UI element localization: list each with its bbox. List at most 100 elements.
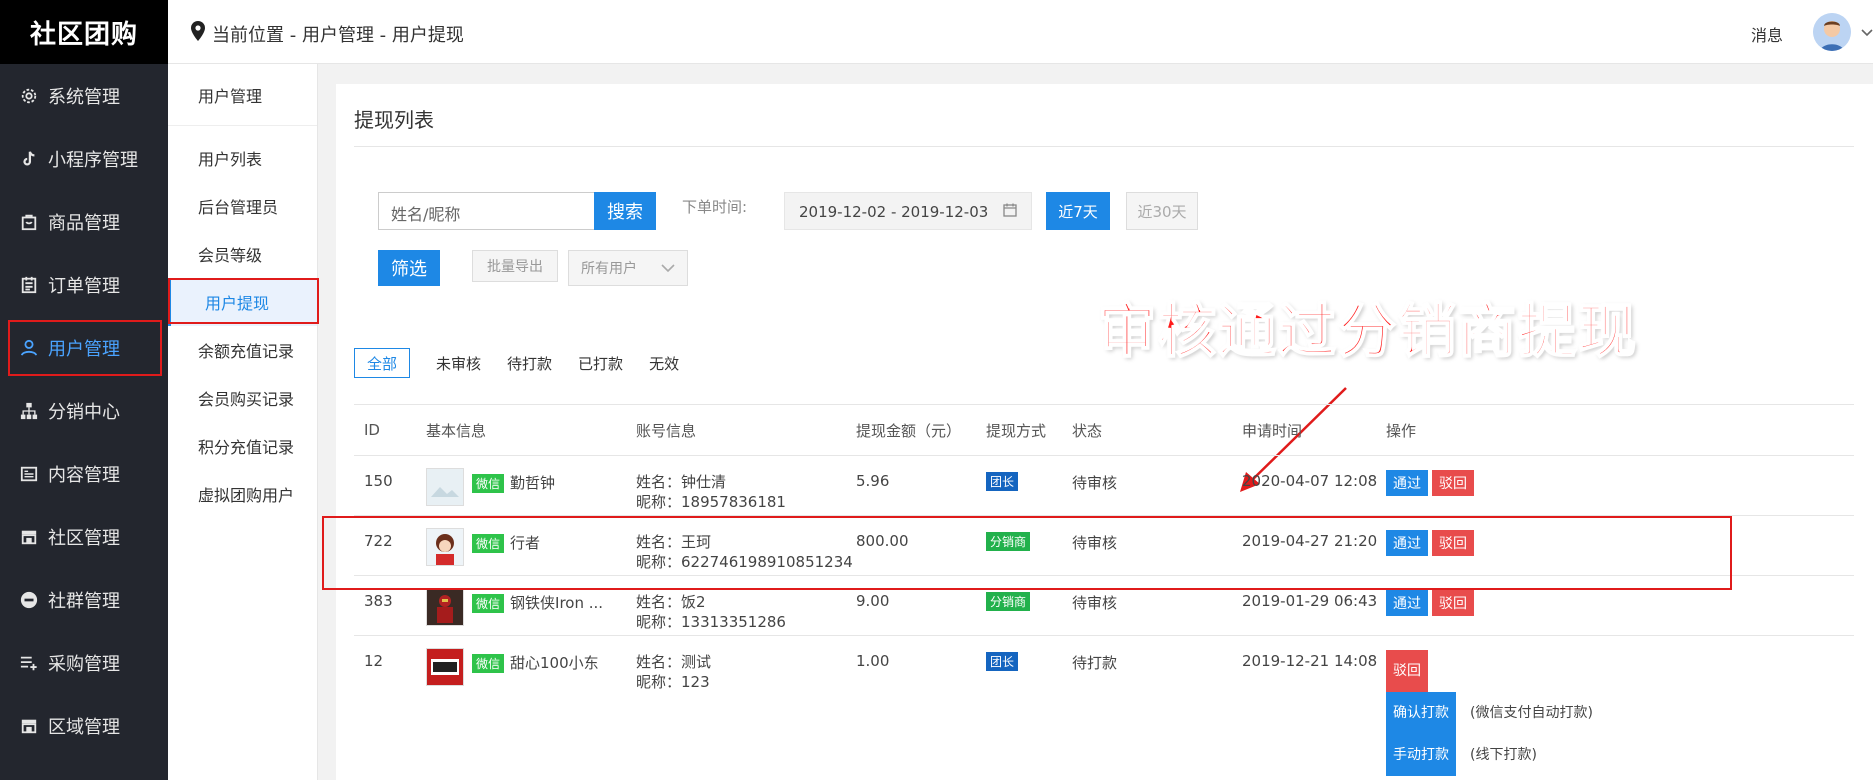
tab-paid[interactable]: 已打款 — [578, 348, 623, 378]
table-row: 150 微信 勤哲钟 姓名：钟仕清 昵称：18957836181 5.96 团长 … — [354, 456, 1854, 516]
sidebar-item-system[interactable]: 系统管理 — [0, 64, 168, 127]
content-card: 提现列表 姓名/昵称 搜索 下单时间: 2019-12-02 - 2019-12… — [336, 84, 1873, 780]
page-title: 提现列表 — [354, 108, 434, 132]
account-info: 姓名：饭2 昵称：13313351286 — [636, 592, 786, 632]
reject-button[interactable]: 驳回 — [1432, 470, 1474, 496]
wechat-tag: 微信 — [472, 594, 505, 613]
method-badge: 团长 — [986, 652, 1019, 671]
user-type-select[interactable]: 所有用户 — [568, 250, 688, 286]
submenu-item-balance-recharge[interactable]: 余额充值记录 — [168, 326, 317, 374]
user-nickname: 甜心100小东 — [510, 654, 599, 672]
account-nick: 昵称：123 — [636, 673, 710, 691]
status-text: 待审核 — [1072, 594, 1118, 612]
sidebar-item-label: 订单管理 — [48, 275, 120, 297]
method-badge-wrap: 团长 — [986, 652, 1019, 671]
list-add-icon — [18, 652, 40, 674]
message-link[interactable]: 消息 — [1751, 22, 1783, 46]
last-30-days-button[interactable]: 近30天 — [1126, 192, 1198, 230]
sidebar-item-region[interactable]: 区域管理 — [0, 694, 168, 757]
minus-circle-icon — [18, 589, 40, 611]
approve-button[interactable]: 通过 — [1386, 470, 1428, 496]
sidebar-item-label: 采购管理 — [48, 653, 120, 675]
search-input[interactable]: 姓名/昵称 — [378, 192, 594, 230]
submenu-item-virtual-users[interactable]: 虚拟团购用户 — [168, 470, 317, 518]
batch-export-button[interactable]: 批量导出 — [472, 250, 558, 282]
annotation-text: 审核通过分销商提现 — [1097, 296, 1639, 366]
sidebar-item-purchase[interactable]: 采购管理 — [0, 631, 168, 694]
sidebar-item-distribution[interactable]: 分销中心 — [0, 379, 168, 442]
submenu-item-points-recharge[interactable]: 积分充值记录 — [168, 422, 317, 470]
col-amount: 提现金额（元） — [856, 421, 962, 440]
bag-icon — [18, 211, 40, 233]
sidebar-item-content[interactable]: 内容管理 — [0, 442, 168, 505]
filter-button[interactable]: 筛选 — [378, 250, 440, 286]
brand-logo: 社区团购 — [0, 0, 168, 64]
tiktok-icon — [18, 148, 40, 170]
sidebar-item-label: 社区管理 — [48, 527, 120, 549]
submenu-item-user-list[interactable]: 用户列表 — [168, 134, 317, 182]
last-7-days-button[interactable]: 近7天 — [1046, 192, 1110, 230]
app-root: 社区团购 系统管理 小程序管理 商品管理 订单管理 用户管理 分销中心 内容管理… — [0, 0, 1873, 780]
submenu-item-admins[interactable]: 后台管理员 — [168, 182, 317, 230]
approve-button[interactable]: 通过 — [1386, 590, 1428, 616]
sidebar-item-label: 商品管理 — [48, 212, 120, 234]
basic-info: 微信 勤哲钟 — [472, 472, 555, 493]
account-name: 姓名：钟仕清 — [636, 473, 727, 491]
sidebar-item-label: 系统管理 — [48, 86, 120, 108]
method-badge: 团长 — [986, 472, 1019, 491]
reject-button[interactable]: 驳回 — [1432, 590, 1474, 616]
reject-button[interactable]: 驳回 — [1386, 650, 1428, 692]
account-nick: 昵称：13313351286 — [636, 613, 786, 631]
sidebar-item-goods[interactable]: 商品管理 — [0, 190, 168, 253]
sidebar-item-orders[interactable]: 订单管理 — [0, 253, 168, 316]
search-button[interactable]: 搜索 — [594, 192, 656, 230]
highlight-box — [8, 320, 162, 376]
row-id: 12 — [364, 652, 384, 670]
sidebar-item-miniprogram[interactable]: 小程序管理 — [0, 127, 168, 190]
apply-time: 2020-04-07 12:08 — [1242, 472, 1378, 490]
user-type-value: 所有用户 — [581, 261, 637, 277]
sidebar-item-users[interactable]: 用户管理 — [0, 316, 168, 379]
row-id: 150 — [364, 472, 393, 490]
row-id: 383 — [364, 592, 393, 610]
avatar[interactable] — [1813, 13, 1851, 51]
account-info: 姓名：钟仕清 昵称：18957836181 — [636, 472, 786, 512]
sidebar-item-label: 区域管理 — [48, 716, 120, 738]
method-badge-wrap: 团长 — [986, 472, 1019, 491]
date-range-picker[interactable]: 2019-12-02 - 2019-12-03 — [784, 192, 1032, 230]
user-thumbnail — [426, 588, 464, 626]
status-text: 待打款 — [1072, 654, 1118, 672]
col-account-info: 账号信息 — [636, 421, 697, 440]
sidebar-item-label: 小程序管理 — [48, 149, 138, 171]
sidebar-item-label: 内容管理 — [48, 464, 120, 486]
apply-time: 2019-12-21 14:08 — [1242, 652, 1378, 670]
submenu-item-member-level[interactable]: 会员等级 — [168, 230, 317, 278]
sidebar-item-label: 社群管理 — [48, 590, 120, 612]
main-sidebar: 社区团购 系统管理 小程序管理 商品管理 订单管理 用户管理 分销中心 内容管理… — [0, 0, 168, 780]
user-thumbnail — [426, 468, 464, 506]
method-badge: 分销商 — [986, 592, 1031, 611]
sidebar-item-group[interactable]: 社群管理 — [0, 568, 168, 631]
submenu-item-withdraw[interactable]: 用户提现 — [168, 278, 319, 326]
amount: 5.96 — [856, 472, 890, 490]
calendar-icon — [1003, 203, 1017, 221]
wechat-tag: 微信 — [472, 654, 505, 673]
wechat-tag: 微信 — [472, 474, 505, 493]
method-badge-wrap: 分销商 — [986, 592, 1031, 611]
confirm-payment-button[interactable]: 确认打款 — [1386, 692, 1456, 734]
submenu-title: 用户管理 — [168, 64, 317, 126]
status-tabs: 全部 未审核 待打款 已打款 无效 — [354, 348, 705, 378]
col-basic-info: 基本信息 — [426, 421, 487, 440]
chevron-down-icon[interactable] — [1861, 26, 1873, 40]
sidebar-item-community[interactable]: 社区管理 — [0, 505, 168, 568]
manual-payment-button[interactable]: 手动打款 — [1386, 734, 1456, 776]
tab-unreviewed[interactable]: 未审核 — [436, 348, 481, 378]
highlight-box — [168, 278, 319, 324]
tab-pending-payment[interactable]: 待打款 — [507, 348, 552, 378]
user-thumbnail — [426, 648, 464, 686]
tab-all[interactable]: 全部 — [354, 348, 411, 378]
breadcrumb: 当前位置 - 用户管理 - 用户提现 — [190, 20, 464, 47]
submenu-item-member-purchase[interactable]: 会员购买记录 — [168, 374, 317, 422]
tab-invalid[interactable]: 无效 — [649, 348, 679, 378]
top-header: 当前位置 - 用户管理 - 用户提现 消息 — [168, 0, 1873, 64]
